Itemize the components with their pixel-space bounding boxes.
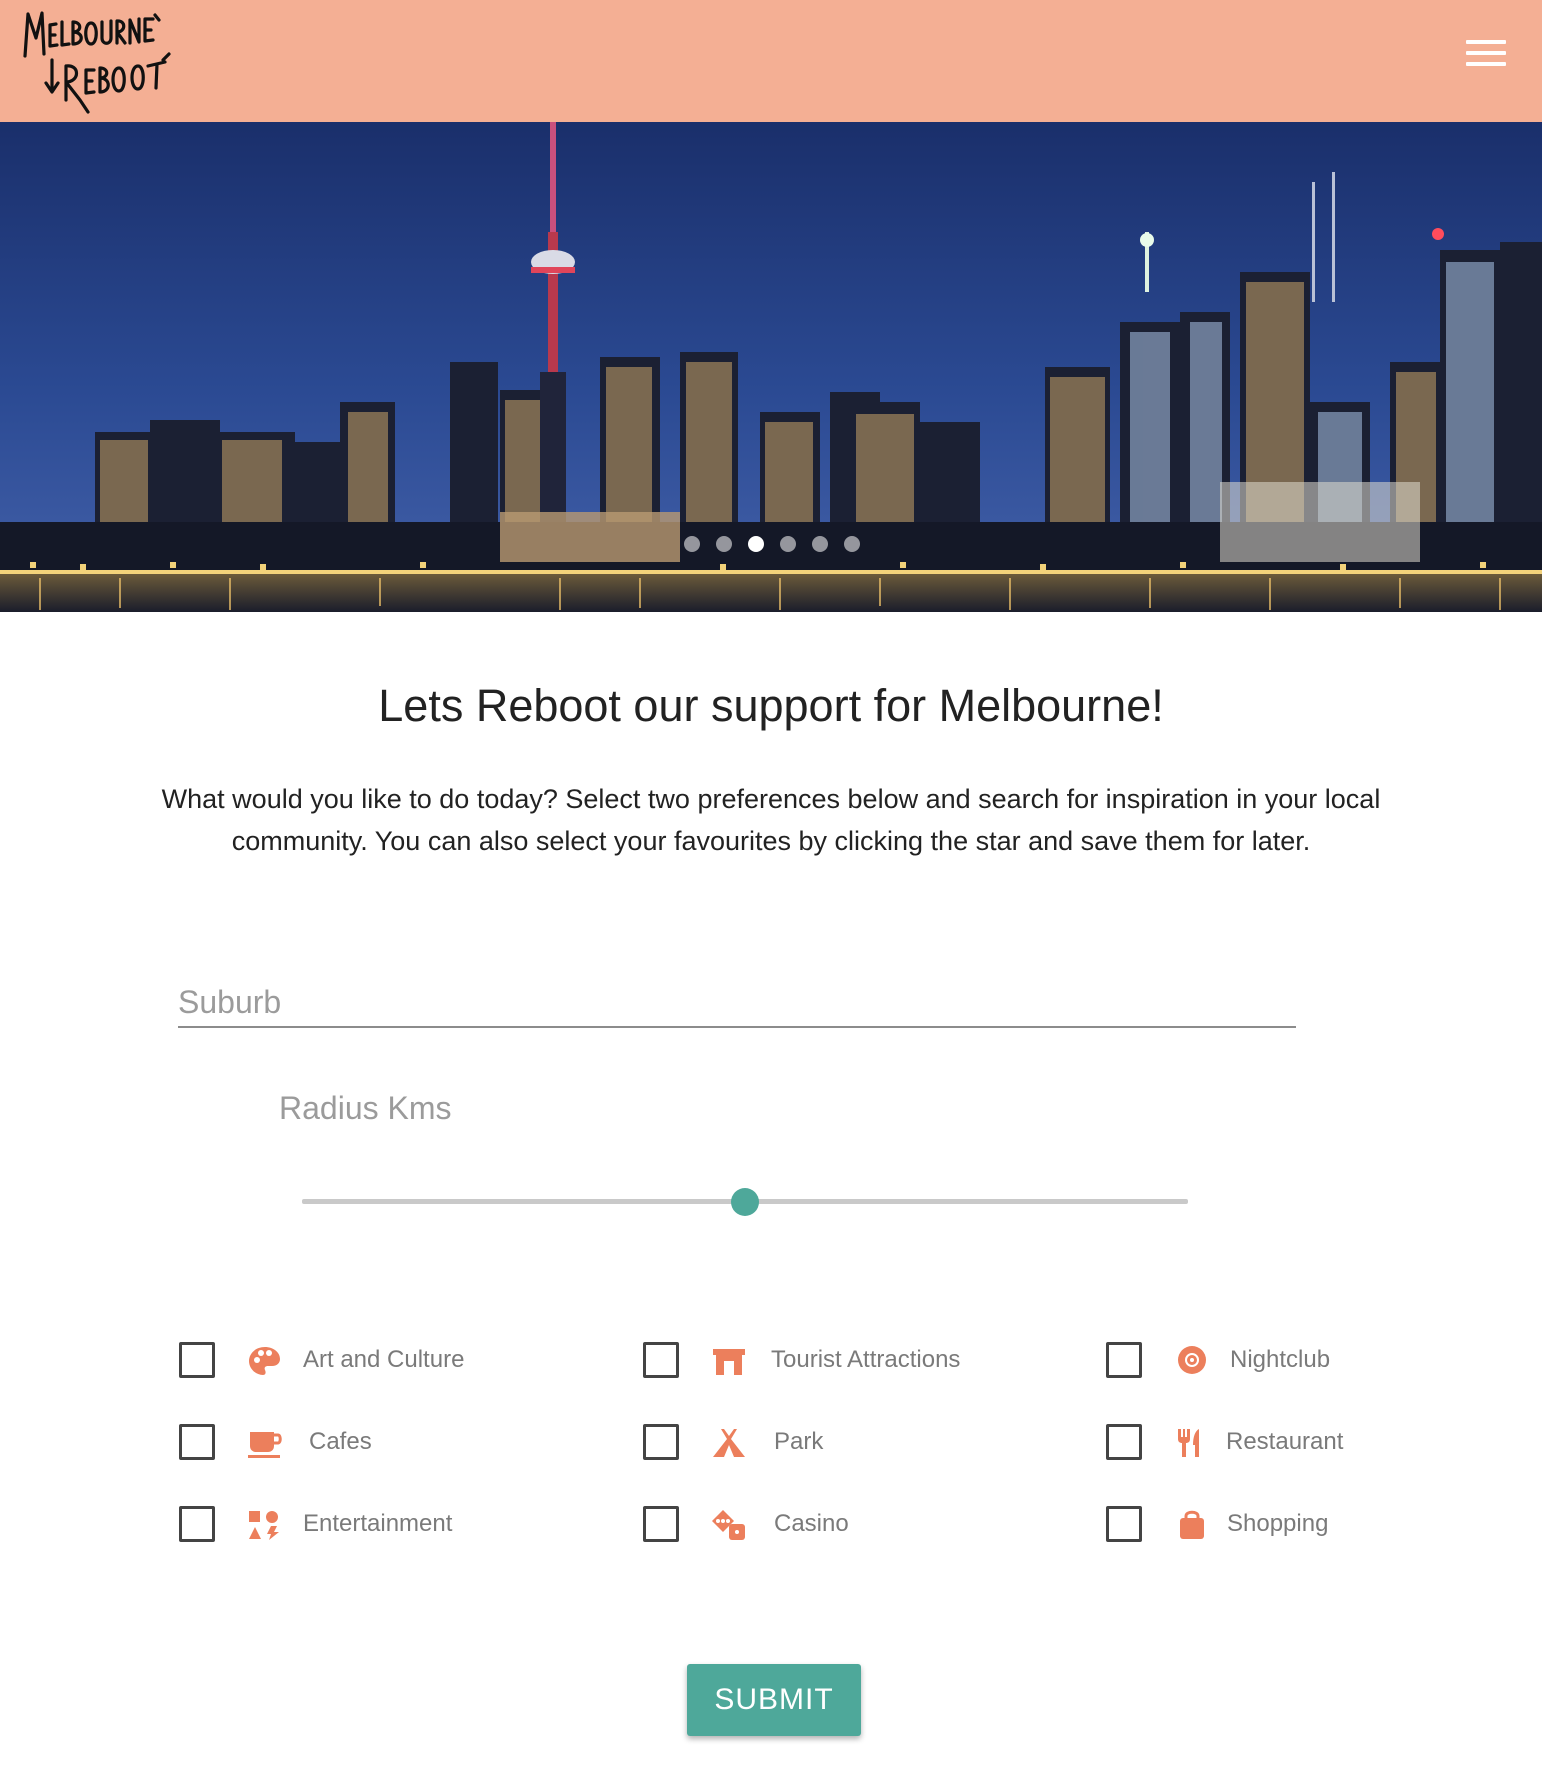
intro-text: What would you like to do today? Select …	[161, 784, 1381, 856]
melbourne-reboot-logo[interactable]	[22, 8, 197, 116]
checkbox[interactable]	[643, 1506, 679, 1542]
carousel-dot[interactable]	[812, 536, 828, 552]
checkbox[interactable]	[1106, 1342, 1142, 1378]
pref-label: Shopping	[1227, 1510, 1329, 1537]
suburb-input[interactable]	[178, 978, 1296, 1028]
hamburger-menu-icon[interactable]	[1466, 40, 1506, 74]
pref-label: Art and Culture	[303, 1346, 465, 1373]
pref-label: Entertainment	[303, 1510, 453, 1537]
pref-label: Casino	[774, 1510, 849, 1537]
checkbox[interactable]	[179, 1424, 215, 1460]
carousel-dot[interactable]	[780, 536, 796, 552]
carousel-dot[interactable]	[844, 536, 860, 552]
dice-icon	[712, 1510, 745, 1540]
palette-icon	[249, 1347, 280, 1375]
checkbox[interactable]	[643, 1424, 679, 1460]
carousel-dot[interactable]	[684, 536, 700, 552]
utensils-icon	[1178, 1429, 1199, 1457]
carousel-dot[interactable]	[716, 536, 732, 552]
checkbox[interactable]	[179, 1506, 215, 1542]
pref-label: Restaurant	[1226, 1428, 1344, 1455]
page-title: Lets Reboot our support for Melbourne!	[378, 680, 1164, 731]
record-disc-icon	[1178, 1346, 1206, 1374]
pref-label: Cafes	[309, 1428, 372, 1455]
top-navbar	[0, 0, 1542, 122]
pref-label: Park	[774, 1428, 824, 1455]
slider-thumb[interactable]	[731, 1188, 759, 1216]
radius-slider[interactable]	[302, 1188, 1188, 1216]
carousel-dot[interactable]	[748, 536, 764, 552]
radius-label: Radius Kms	[279, 1090, 452, 1126]
carousel-indicators	[684, 536, 860, 552]
checkbox[interactable]	[1106, 1506, 1142, 1542]
checkbox[interactable]	[179, 1342, 215, 1378]
tent-icon	[713, 1429, 745, 1457]
shopping-bag-icon	[1180, 1510, 1204, 1539]
pref-label: Nightclub	[1230, 1346, 1331, 1373]
landmark-gate-icon	[713, 1349, 745, 1375]
shapes-icon	[249, 1511, 279, 1540]
hero-carousel	[0, 122, 1542, 612]
checkbox[interactable]	[643, 1342, 679, 1378]
pref-label: Tourist Attractions	[771, 1346, 961, 1373]
checkbox[interactable]	[1106, 1424, 1142, 1460]
coffee-cup-icon	[248, 1432, 282, 1458]
submit-button[interactable]: SUBMIT	[687, 1664, 861, 1736]
